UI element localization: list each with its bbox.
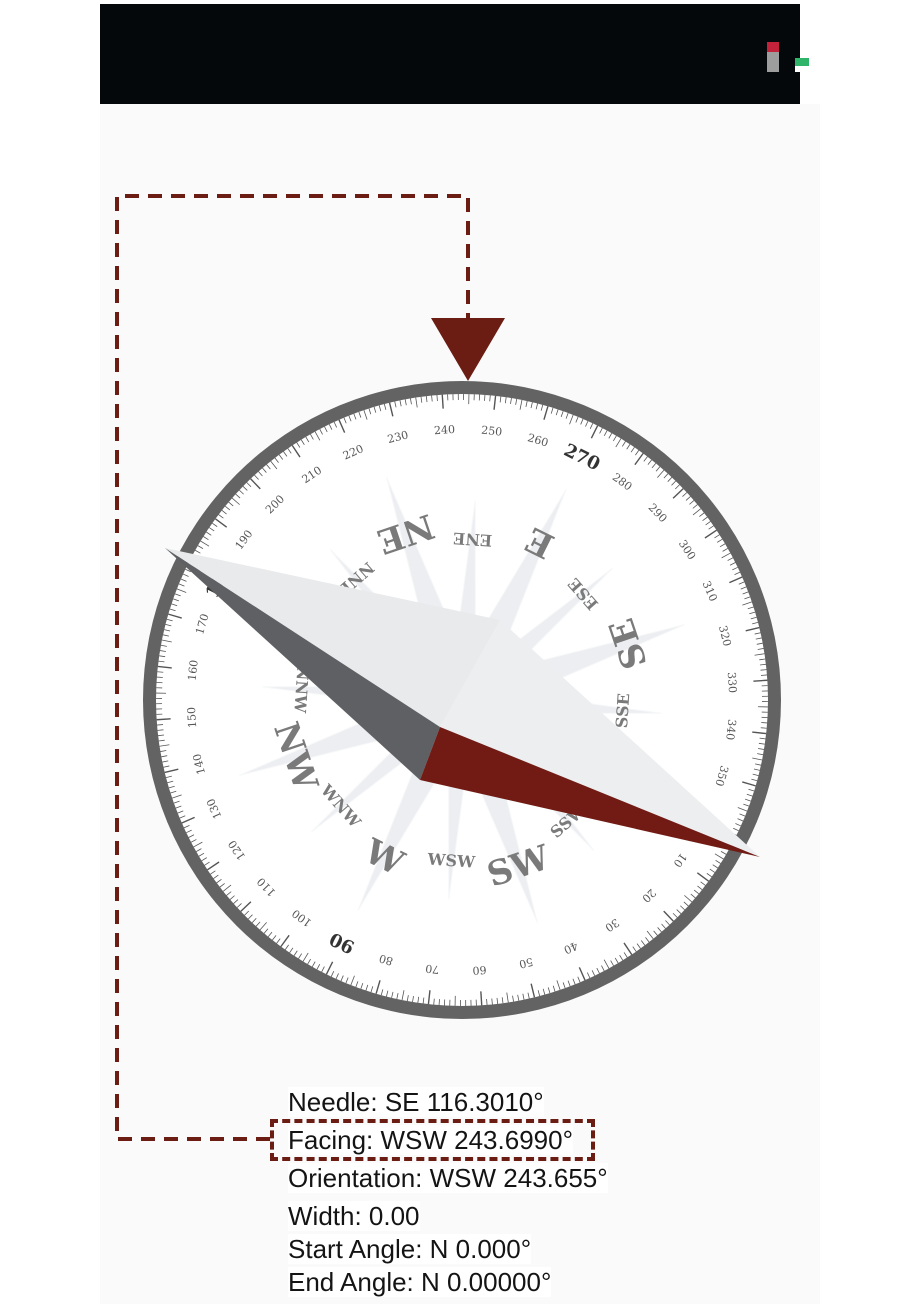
tick-mark xyxy=(441,394,444,409)
degree-label: 60 xyxy=(472,963,487,977)
degree-label: 240 xyxy=(434,423,456,437)
degree-label: 330 xyxy=(725,672,739,694)
tick-mark xyxy=(157,671,164,673)
needle-readout: Needle: SE 116.3010° xyxy=(288,1087,544,1117)
degree-label: 70 xyxy=(425,962,440,976)
facing-marker-icon xyxy=(431,318,505,381)
compass-dial: 0102030405060708090100110120130140150160… xyxy=(143,381,781,1019)
end-angle-readout: End Angle: N 0.00000° xyxy=(288,1267,552,1297)
rose-label: ENE xyxy=(453,529,493,551)
facing-readout: Facing: WSW 243.6990° xyxy=(288,1125,573,1155)
degree-label: 150 xyxy=(185,707,199,729)
tick-mark xyxy=(156,718,171,721)
rose-label: WSW xyxy=(426,850,477,872)
orientation-readout: Orientation: WSW 243.655° xyxy=(288,1163,608,1193)
tick-mark xyxy=(433,998,435,1005)
tick-mark xyxy=(753,679,768,682)
tick-mark xyxy=(760,727,767,729)
rose-label: SSE xyxy=(612,693,633,729)
degree-label: 340 xyxy=(723,719,738,741)
width-readout: Width: 0.00 xyxy=(288,1201,420,1231)
tick-mark xyxy=(489,395,491,402)
start-angle-readout: Start Angle: N 0.000° xyxy=(288,1234,532,1264)
degree-label: 160 xyxy=(186,659,201,681)
degree-label: 250 xyxy=(481,424,503,439)
tick-mark xyxy=(480,991,483,1006)
